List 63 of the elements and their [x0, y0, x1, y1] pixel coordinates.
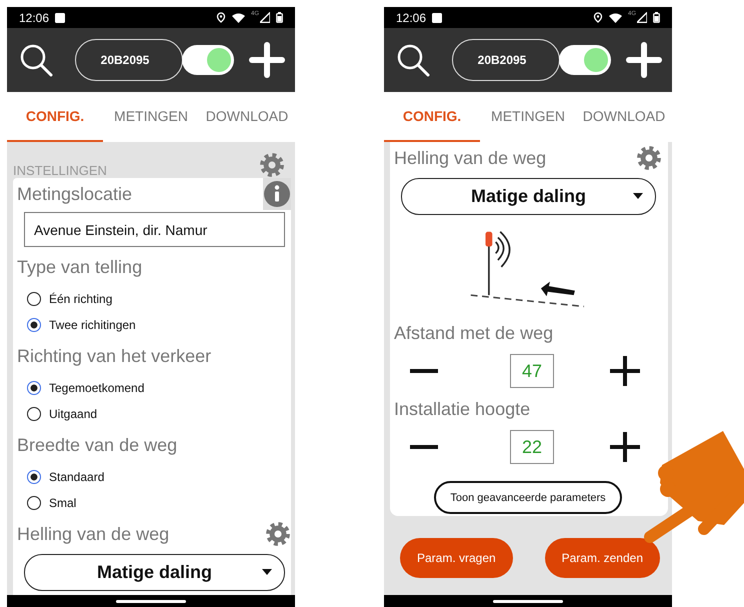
number-field[interactable]: 22	[510, 430, 554, 464]
plus-icon[interactable]	[610, 432, 640, 462]
option-label: Standaard	[49, 470, 104, 484]
info-icon[interactable]	[263, 178, 291, 210]
field-label: Richting van het verkeer	[17, 346, 212, 366]
clock-time: 12:06	[396, 10, 426, 24]
number-field[interactable]: 47	[510, 354, 554, 388]
toggle-switch[interactable]	[559, 45, 611, 75]
notification-icon	[55, 12, 66, 22]
device-name[interactable]: 20B2095	[75, 39, 183, 81]
notification-icon	[432, 12, 442, 22]
add-icon[interactable]	[249, 42, 285, 78]
caret-icon	[633, 193, 643, 199]
section-title: INSTELLINGEN	[13, 163, 107, 178]
advanced-parameters-button[interactable]: Toon geavanceerde parameters	[434, 481, 622, 514]
signal-icon	[260, 12, 270, 23]
settings-icon[interactable]	[636, 145, 662, 171]
option-label: Twee richitingen	[49, 318, 136, 332]
search-icon[interactable]	[19, 43, 53, 77]
settings-icon[interactable]	[265, 521, 291, 547]
tab[interactable]: METINGEN	[480, 92, 576, 142]
field-label: Installatie hoogte	[394, 398, 530, 420]
caret-icon	[262, 569, 272, 575]
location-icon	[216, 12, 226, 23]
option-label: Smal	[49, 496, 76, 510]
action-button[interactable]: Param. vragen	[400, 538, 513, 578]
location-icon	[592, 12, 603, 23]
field-label: Helling van de weg	[17, 524, 170, 544]
device-name[interactable]: 20B2095	[452, 39, 560, 81]
action-button[interactable]: Param. zenden	[544, 538, 660, 578]
text-field[interactable]: Avenue Einstein, dir. Namur	[24, 212, 285, 247]
home-indicator	[116, 600, 186, 602]
battery-icon	[276, 12, 283, 23]
search-icon[interactable]	[396, 43, 430, 77]
option-label: Uitgaand	[49, 407, 98, 421]
toggle-switch[interactable]	[182, 45, 234, 75]
radio-button[interactable]	[27, 470, 41, 484]
battery-icon	[653, 12, 660, 23]
tab[interactable]: METINGEN	[103, 92, 199, 142]
radio-button[interactable]	[27, 381, 41, 395]
clock-time: 12:06	[19, 10, 50, 24]
tab[interactable]: DOWNLOAD	[576, 92, 672, 142]
home-indicator	[493, 600, 563, 602]
radio-button[interactable]	[27, 292, 41, 306]
signal-icon	[637, 12, 647, 23]
radio-button[interactable]	[27, 407, 41, 421]
field-label: Afstand met de weg	[394, 322, 554, 344]
radio-button[interactable]	[27, 496, 41, 510]
dropdown[interactable]: Matige daling	[401, 178, 656, 215]
field-label: Helling van de weg	[394, 148, 546, 168]
wifi-icon	[608, 12, 622, 22]
option-label: Één richting	[49, 292, 112, 306]
dropdown[interactable]: Matige daling	[24, 554, 285, 591]
field-label: Metingslocatie	[17, 184, 132, 204]
option-label: Tegemoetkomend	[49, 381, 144, 395]
tab[interactable]: DOWNLOAD	[199, 92, 295, 142]
plus-icon[interactable]	[610, 356, 640, 386]
field-label: Breedte van de weg	[17, 434, 178, 456]
radio-button[interactable]	[27, 318, 41, 332]
field-label: Type van telling	[17, 256, 142, 278]
settings-icon[interactable]	[259, 152, 285, 178]
wifi-icon	[232, 12, 245, 22]
add-icon[interactable]	[626, 42, 662, 78]
